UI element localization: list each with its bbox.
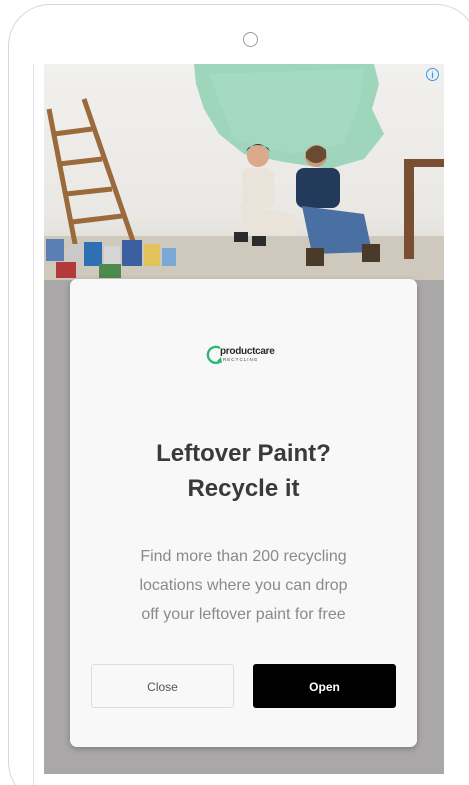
info-icon[interactable]: i: [426, 68, 439, 81]
brand-logo: productcare RECYCLING: [206, 343, 288, 369]
camera-icon: [243, 32, 258, 47]
body-line-2: locations where you can drop: [139, 577, 348, 594]
open-button[interactable]: Open: [253, 664, 396, 708]
close-button[interactable]: Close: [91, 664, 234, 708]
headline-line-1: Leftover Paint?: [156, 440, 331, 467]
hero-photo: [44, 64, 444, 280]
brand-name: productcare: [220, 346, 275, 357]
ad-headline: Leftover Paint? Recycle it: [70, 436, 417, 506]
body-line-3: off your leftover paint for free: [141, 606, 346, 623]
headline-line-2: Recycle it: [187, 475, 300, 502]
ad-card: productcare RECYCLING Leftover Paint? Re…: [70, 279, 417, 747]
ad-body: Find more than 200 recycling locations w…: [90, 542, 397, 629]
brand-tagline: RECYCLING: [223, 357, 259, 362]
hero-image: [44, 64, 444, 280]
page: i productcare RECYCLING Leftover Paint? …: [0, 0, 469, 785]
body-line-1: Find more than 200 recycling: [140, 548, 347, 565]
